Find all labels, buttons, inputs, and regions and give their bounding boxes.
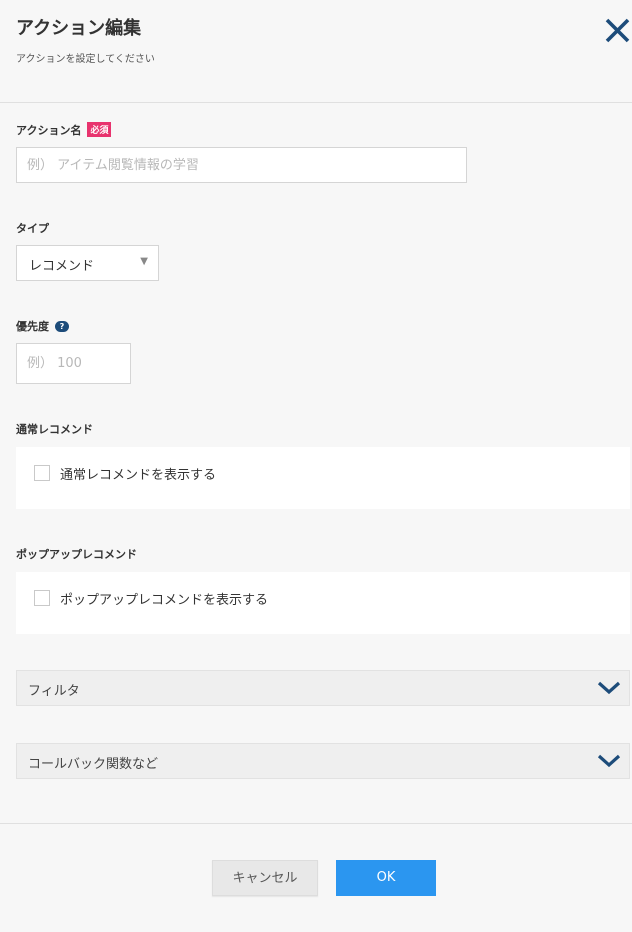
- type-label: タイプ: [16, 222, 49, 235]
- page-title: アクション編集: [16, 18, 142, 39]
- filter-accordion[interactable]: フィルタ: [16, 670, 630, 706]
- close-icon: [605, 18, 630, 43]
- ok-button[interactable]: OK: [336, 860, 436, 896]
- triangle-down-icon: ▼: [140, 256, 148, 267]
- chevron-down-icon: [597, 681, 621, 695]
- cancel-button[interactable]: キャンセル: [212, 860, 318, 896]
- page-subtitle: アクションを設定してください: [16, 54, 155, 65]
- priority-label-row: 優先度?: [16, 318, 69, 334]
- action-name-input[interactable]: [16, 147, 467, 183]
- dialog-header: アクション編集 アクションを設定してください: [0, 0, 632, 103]
- chevron-down-icon: [597, 754, 621, 768]
- priority-input[interactable]: [16, 343, 131, 384]
- action-name-label-row: アクション名 必須: [16, 122, 112, 138]
- popup-recommend-checkbox-label[interactable]: ポップアップレコメンドを表示する: [60, 589, 268, 608]
- help-icon[interactable]: ?: [55, 321, 69, 332]
- popup-recommend-panel: ポップアップレコメンドを表示する: [16, 572, 630, 634]
- footer-divider: [0, 823, 632, 824]
- action-name-label: アクション名: [16, 124, 82, 137]
- callback-accordion-label: コールバック関数など: [28, 757, 159, 772]
- priority-label: 優先度: [16, 320, 49, 333]
- popup-recommend-checkbox[interactable]: [34, 590, 50, 606]
- normal-recommend-label: 通常レコメンド: [16, 423, 93, 436]
- required-badge: 必須: [87, 122, 112, 137]
- type-select[interactable]: レコメンド ▼: [16, 245, 159, 281]
- callback-accordion[interactable]: コールバック関数など: [16, 743, 630, 779]
- normal-recommend-checkbox[interactable]: [34, 465, 50, 481]
- close-button[interactable]: [604, 16, 632, 44]
- popup-recommend-label: ポップアップレコメンド: [16, 548, 137, 561]
- type-select-value: レコメンド: [29, 259, 95, 274]
- filter-accordion-label: フィルタ: [28, 684, 80, 699]
- normal-recommend-panel: 通常レコメンドを表示する: [16, 447, 630, 509]
- normal-recommend-checkbox-label[interactable]: 通常レコメンドを表示する: [60, 464, 216, 483]
